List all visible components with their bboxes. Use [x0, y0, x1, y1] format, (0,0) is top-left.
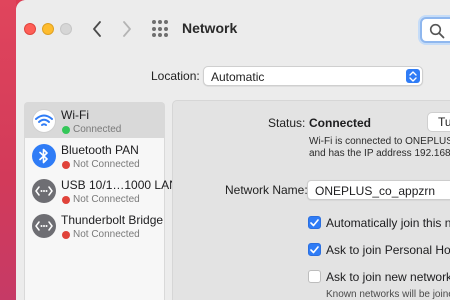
status-value: Connected [309, 116, 372, 130]
status-label: Status: [268, 116, 306, 130]
ethernet-icon [32, 214, 56, 238]
turn-wifi-off-button[interactable]: Tur [427, 112, 450, 132]
desktop-background [0, 0, 16, 300]
auto-join-label: Automatically join this ne [326, 216, 450, 230]
grid-dot [164, 26, 168, 31]
network-name-value: ONEPLUS_co_appzrn [315, 184, 436, 198]
personal-hotspot-checkbox[interactable] [308, 243, 321, 256]
service-name: Thunderbolt Bridge [61, 213, 164, 227]
grid-dot [152, 20, 156, 24]
location-value: Automatic [211, 70, 265, 84]
ethernet-icon [32, 179, 56, 203]
grid-dot [158, 20, 162, 24]
known-networks-note: Known networks will be joined a [326, 289, 450, 300]
service-list: Wi-Fi Connected Bluetooth PAN Not Connec… [24, 102, 178, 300]
minimize-button[interactable] [42, 23, 54, 35]
service-name: USB 10/1…1000 LAN [61, 178, 178, 192]
chevron-right-icon [123, 21, 131, 37]
auto-join-checkbox[interactable] [308, 216, 321, 229]
grid-dot [158, 26, 162, 31]
wifi-icon [32, 109, 56, 133]
personal-hotspot-label: Ask to join Personal Hots [326, 243, 450, 257]
select-stepper-icon [406, 69, 420, 83]
location-select[interactable]: Automatic [203, 66, 423, 86]
status-dot [62, 161, 70, 169]
turn-button-label: Tur [438, 115, 450, 129]
location-label: Location: [151, 69, 200, 83]
status-description: Wi-Fi is connected to ONEPLUS_ [309, 136, 450, 147]
service-status: Not Connected [73, 194, 140, 205]
grid-dot [152, 33, 156, 38]
status-dot [62, 231, 70, 239]
network-name-select[interactable]: ONEPLUS_co_appzrn [307, 180, 450, 200]
zoom-button[interactable] [60, 23, 72, 35]
bluetooth-icon [32, 144, 56, 168]
back-button[interactable] [86, 16, 108, 42]
service-item-wifi[interactable]: Wi-Fi Connected [25, 103, 164, 138]
status-description: and has the IP address 192.168. [309, 148, 450, 159]
ask-new-networks-label: Ask to join new networks [326, 270, 450, 284]
grid-dot [152, 26, 156, 31]
checkmark-icon [310, 218, 319, 226]
status-dot [62, 196, 70, 204]
service-name: Wi-Fi [61, 108, 89, 122]
service-status: Connected [73, 124, 122, 135]
search-icon [429, 23, 445, 39]
forward-button[interactable] [116, 16, 138, 42]
service-status: Not Connected [73, 229, 140, 240]
service-name: Bluetooth PAN [61, 143, 139, 157]
close-button[interactable] [24, 23, 36, 35]
chevron-left-icon [93, 21, 101, 37]
status-dot [62, 126, 70, 134]
network-name-label: Network Name: [225, 183, 308, 197]
window-title: Network [182, 20, 238, 36]
ask-new-networks-checkbox[interactable] [308, 270, 321, 283]
grid-dot [158, 33, 162, 38]
grid-dot [164, 33, 168, 38]
show-all-button[interactable] [152, 20, 170, 38]
service-status: Not Connected [73, 159, 140, 170]
grid-dot [164, 20, 168, 24]
service-item-thunderbolt-bridge[interactable]: Thunderbolt Bridge Not Connected [25, 208, 164, 243]
search-input[interactable] [420, 17, 450, 43]
checkmark-icon [310, 245, 319, 253]
service-item-usb-lan[interactable]: USB 10/1…1000 LAN Not Connected [25, 173, 178, 208]
service-item-bluetooth-pan[interactable]: Bluetooth PAN Not Connected [25, 138, 164, 173]
